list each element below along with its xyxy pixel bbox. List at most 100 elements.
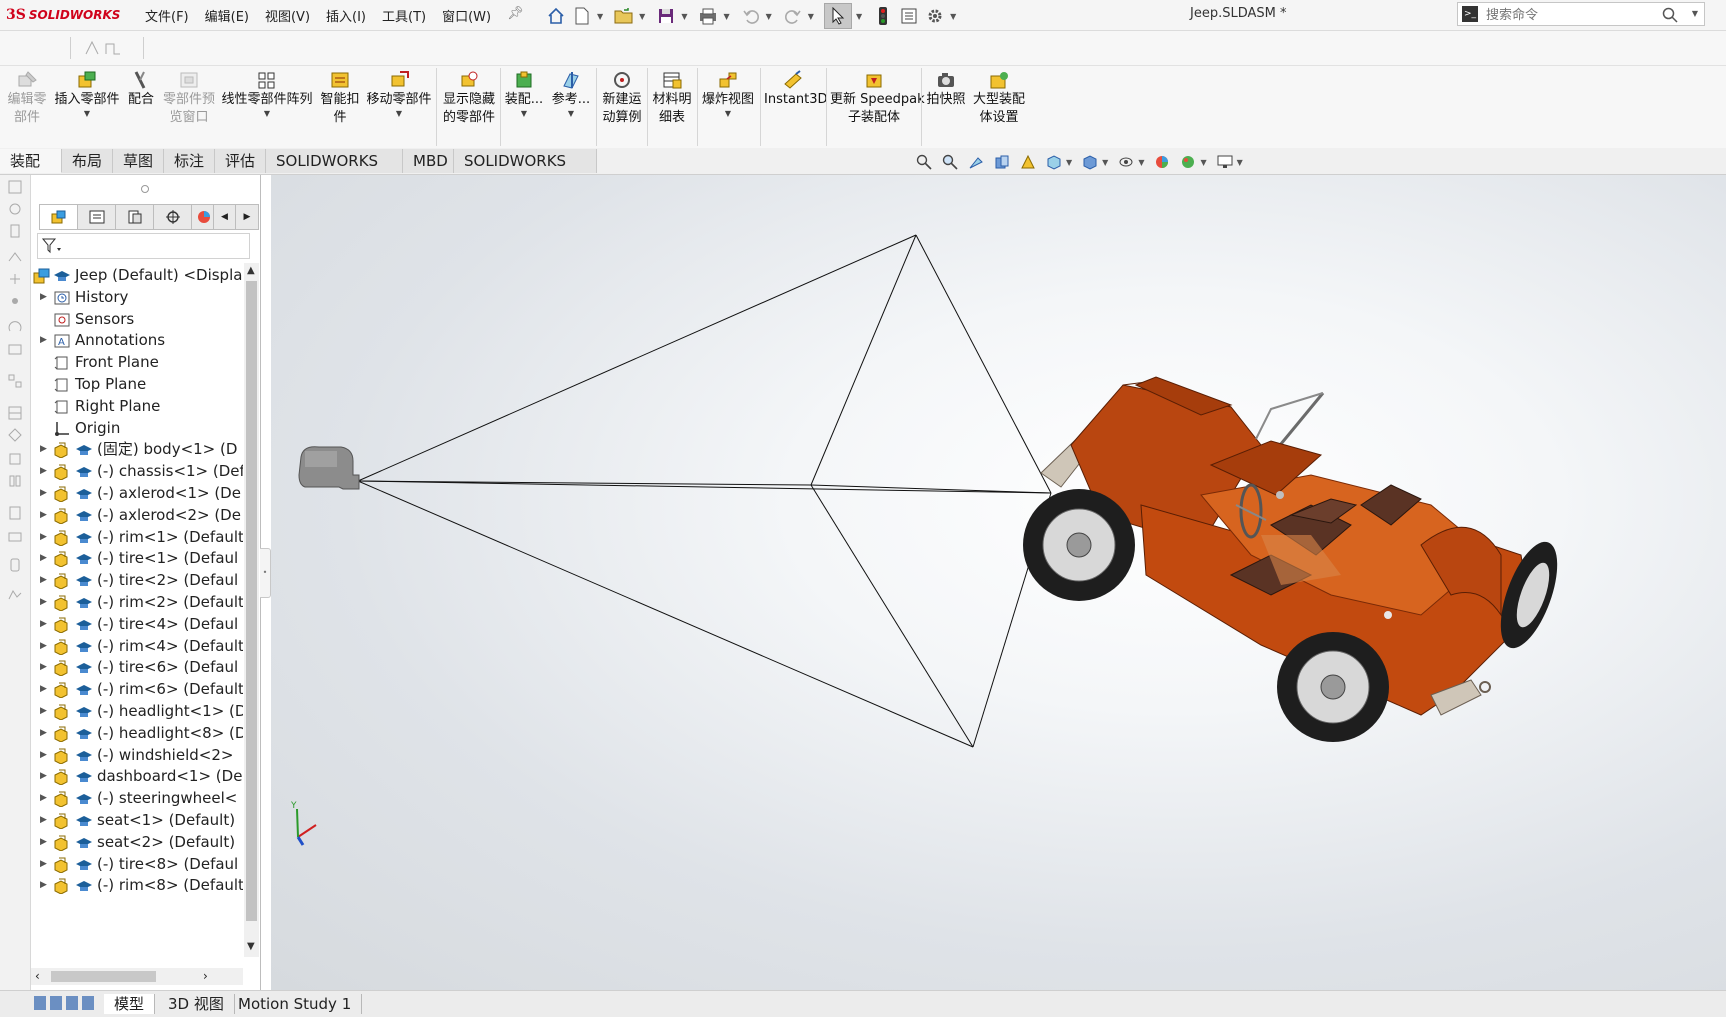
expand-arrow-icon[interactable]: ▶ [40,655,47,679]
options-gear-icon[interactable] [924,5,946,27]
select-pointer-icon[interactable] [823,3,852,29]
menu-tools[interactable]: 工具(T) [382,6,426,25]
large-assembly-settings-button[interactable]: 大型装配 体设置 [970,70,1028,127]
pin-icon[interactable]: 📌︎ [507,6,524,25]
new-dropdown-icon[interactable]: ▼ [597,12,603,21]
scrollbar-thumb[interactable] [51,971,156,982]
expand-arrow-icon[interactable]: ▶ [40,699,47,723]
tree-item[interactable]: ▶ (-) axlerod<1> (De [31,481,243,505]
select-dropdown-icon[interactable]: ▼ [856,12,862,21]
graphics-area[interactable]: X Y [271,175,1726,990]
tree-item[interactable]: ▶ (-) tire<4> (Defaul [31,612,243,636]
prev-tab-nav-icon[interactable] [50,996,62,1010]
open-folder-icon[interactable] [613,5,635,27]
strip-tool-icon[interactable] [7,249,23,265]
undo-icon[interactable] [740,5,762,27]
print-dropdown-icon[interactable]: ▼ [723,12,729,21]
show-hidden-components-button[interactable]: 显示隐藏 的零部件 [441,70,497,127]
tab-assembly[interactable]: 装配体 [0,149,62,194]
strip-tool-icon[interactable] [7,587,23,603]
strip-tool-icon[interactable] [7,223,23,239]
traffic-light-icon[interactable] [872,5,894,27]
open-dropdown-icon[interactable]: ▼ [639,12,645,21]
tree-item[interactable]: ▶ (固定) body<1> (D [31,437,243,461]
tree-item[interactable]: ▶ (-) rim<2> (Default [31,590,243,614]
home-icon[interactable] [545,5,567,27]
search-dropdown-icon[interactable]: ▼ [1692,9,1698,18]
expand-arrow-icon[interactable]: ▶ [40,852,47,876]
expand-arrow-icon[interactable]: ▶ [40,677,47,701]
camera-frustum[interactable] [357,234,1052,748]
expand-arrow-icon[interactable]: ▶ [40,764,47,788]
view-orientation-icon[interactable] [1044,152,1064,172]
strip-tool-icon[interactable] [7,505,23,521]
expand-arrow-icon[interactable]: ▶ [40,634,47,658]
instant3d-button[interactable]: Instant3D [764,70,828,109]
tabs-scroll-left-icon[interactable]: ◀ [214,205,236,229]
move-component-button[interactable]: 移动零部件 ▼ [365,70,433,119]
tree-horizontal-scrollbar[interactable]: ‹ › [31,968,243,985]
zoom-to-fit-icon[interactable] [914,152,934,172]
reference-geometry-dropdown-icon[interactable]: ▼ [550,109,592,119]
tree-item[interactable]: ▶ History [31,285,243,309]
expand-arrow-icon[interactable]: ▶ [40,743,47,767]
tab-solidworks-cam[interactable]: SOLIDWORKS CAM [454,149,597,194]
component-preview-button[interactable]: 零部件预 览窗口 [161,70,217,127]
tree-item[interactable]: ▶ (-) tire<2> (Defaul [31,568,243,592]
expand-arrow-icon[interactable]: ▶ [40,568,47,592]
apply-scene-dropdown-icon[interactable]: ▼ [1200,158,1206,167]
tree-item[interactable]: ▶ (-) rim<6> (Default [31,677,243,701]
panel-collapse-handle[interactable]: • [260,548,271,598]
mate-button[interactable]: 配合 [124,70,158,109]
hide-show-items-icon[interactable] [1116,152,1136,172]
strip-tool-icon[interactable] [7,451,23,467]
tree-item[interactable]: ▶ (-) tire<8> (Defaul [31,852,243,876]
save-icon[interactable] [655,5,677,27]
strip-tool-icon[interactable] [7,529,23,545]
expand-arrow-icon[interactable]: ▶ [40,612,47,636]
take-snapshot-button[interactable]: 拍快照 [925,70,967,109]
tab-motion-study[interactable]: Motion Study 1 [228,994,363,1014]
expand-arrow-icon[interactable]: ▶ [40,525,47,549]
assembly-features-dropdown-icon[interactable]: ▼ [504,109,544,119]
scrollbar-thumb[interactable] [246,281,257,921]
camera-object[interactable] [298,446,360,490]
last-tab-nav-icon[interactable] [82,996,94,1010]
new-motion-study-button[interactable]: 新建运 动算例 [600,70,644,127]
strip-tool-icon[interactable] [7,341,23,357]
tree-item[interactable]: ▶ (-) tire<6> (Defaul [31,655,243,679]
move-component-dropdown-icon[interactable]: ▼ [365,109,433,119]
tree-item[interactable]: Sensors [31,307,243,331]
tree-item[interactable]: Front Plane [31,350,243,374]
tabs-scroll-right-icon[interactable]: ▶ [236,205,258,229]
tree-item[interactable]: Right Plane [31,394,243,418]
tab-sketch[interactable]: 草图 [113,149,164,173]
display-manager-tab-icon[interactable] [192,205,214,229]
strip-tool-icon[interactable] [7,405,23,421]
view-settings-icon[interactable] [1215,152,1235,172]
scroll-left-icon[interactable]: ‹ [35,969,40,983]
tree-item[interactable]: ▶ (-) rim<4> (Default [31,634,243,658]
wheel-rear[interactable] [1277,632,1389,742]
solidworks-logo[interactable]: 3S SOLIDWORKS [6,6,120,24]
tab-mbd[interactable]: MBD [403,149,454,173]
strip-tool-icon[interactable] [7,557,23,573]
smart-fastener-button[interactable]: 智能扣 件 [318,70,362,127]
featuremanager-tab-icon[interactable] [40,205,78,229]
menu-view[interactable]: 视图(V) [265,6,310,25]
filter-icon[interactable] [41,238,64,258]
sketch-relations-icon[interactable] [84,40,124,60]
edit-component-button[interactable]: 编辑零 部件 [4,70,50,127]
expand-arrow-icon[interactable]: ▶ [40,873,47,897]
tab-layout[interactable]: 布局 [62,149,113,173]
redo-dropdown-icon[interactable]: ▼ [808,12,814,21]
expand-arrow-icon[interactable]: ▶ [40,481,47,505]
tree-item[interactable]: ▶ seat<2> (Default) [31,830,243,854]
menu-insert[interactable]: 插入(I) [326,6,366,25]
edit-appearance-icon[interactable] [1152,152,1172,172]
tree-item[interactable]: ▶ (-) headlight<1> (D [31,699,243,723]
strip-tool-icon[interactable] [7,201,23,217]
strip-tool-icon[interactable] [7,271,23,287]
tree-item[interactable]: ▶ (-) tire<1> (Defaul [31,546,243,570]
first-tab-nav-icon[interactable] [34,996,46,1010]
